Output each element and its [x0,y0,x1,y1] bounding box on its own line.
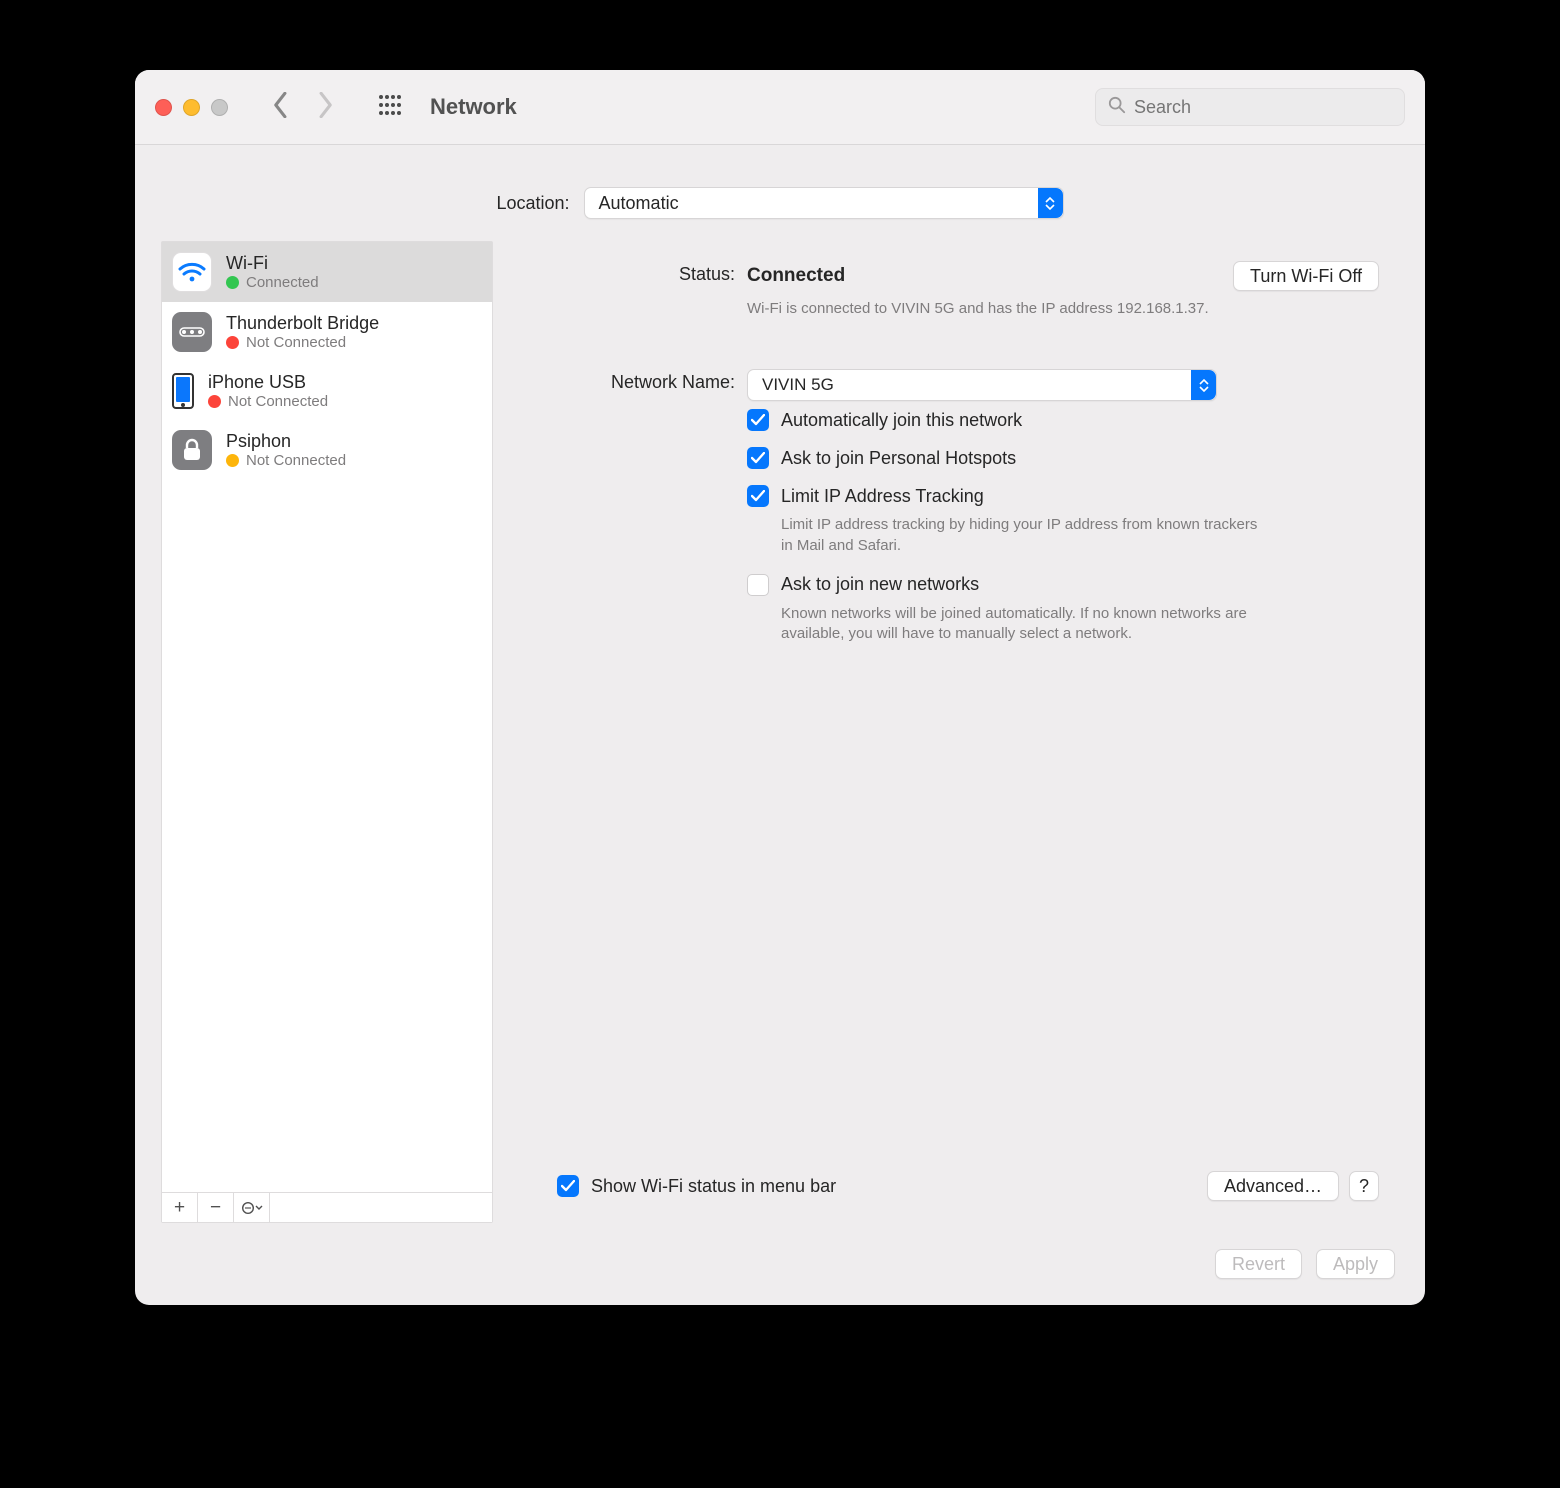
sidebar-item-label: Thunderbolt Bridge [226,313,379,334]
network-preferences-window: Network Location: Automatic [135,70,1425,1305]
status-detail: Wi-Fi is connected to VIVIN 5G and has t… [747,299,1237,319]
service-footer-spacer [270,1193,492,1222]
back-button[interactable] [272,92,290,123]
zoom-icon[interactable] [211,99,228,116]
network-name-label: Network Name: [515,369,747,393]
thunderbolt-icon [172,312,212,352]
auto-join-label: Automatically join this network [781,410,1022,431]
add-service-button[interactable]: + [162,1193,198,1222]
help-button[interactable]: ? [1349,1171,1379,1201]
chevron-updown-icon [1038,188,1063,218]
ask-new-help: Known networks will be joined automatica… [781,604,1271,645]
wifi-icon [172,252,212,292]
location-select[interactable]: Automatic [584,187,1064,219]
sidebar-item-wifi[interactable]: Wi-Fi Connected [162,242,492,302]
menubar-checkbox[interactable] [557,1175,579,1197]
service-list: Wi-Fi Connected Thunderbolt Bridge Not C… [161,241,493,1223]
ask-hotspot-label: Ask to join Personal Hotspots [781,448,1016,469]
remove-service-button[interactable]: − [198,1193,234,1222]
service-list-footer: + − [162,1192,492,1222]
search-field[interactable] [1095,88,1405,126]
status-dot-icon [226,276,239,289]
location-label: Location: [496,193,569,214]
toggle-wifi-button[interactable]: Turn Wi-Fi Off [1233,261,1379,291]
limit-ip-label: Limit IP Address Tracking [781,486,984,507]
page-title: Network [430,94,517,120]
minimize-icon[interactable] [183,99,200,116]
ask-new-checkbox[interactable] [747,574,769,596]
titlebar: Network [135,70,1425,145]
nav-arrows [272,92,334,123]
main-area: Wi-Fi Connected Thunderbolt Bridge Not C… [135,241,1425,1223]
status-label: Status: [515,261,747,285]
limit-ip-help: Limit IP address tracking by hiding your… [781,515,1271,556]
network-name-value: VIVIN 5G [762,375,850,395]
ask-new-label: Ask to join new networks [781,574,979,595]
status-dot-icon [226,336,239,349]
chevron-updown-icon [1191,370,1216,400]
menubar-label: Show Wi-Fi status in menu bar [591,1176,836,1197]
network-name-select[interactable]: VIVIN 5G [747,369,1217,401]
revert-button[interactable]: Revert [1215,1249,1302,1279]
footer: Revert Apply [135,1223,1425,1305]
search-input[interactable] [1134,97,1392,118]
sidebar-item-label: Psiphon [226,431,346,452]
advanced-button[interactable]: Advanced… [1207,1171,1339,1201]
ask-hotspot-checkbox[interactable] [747,447,769,469]
lock-icon [172,430,212,470]
service-action-menu[interactable] [234,1193,270,1222]
sidebar-item-label: Wi-Fi [226,253,319,274]
window-controls [155,99,228,116]
sidebar-item-thunderbolt[interactable]: Thunderbolt Bridge Not Connected [162,302,492,362]
status-dot-icon [226,454,239,467]
sidebar-item-iphone-usb[interactable]: iPhone USB Not Connected [162,362,492,420]
limit-ip-checkbox[interactable] [747,485,769,507]
sidebar-item-psiphon[interactable]: Psiphon Not Connected [162,420,492,480]
iphone-icon [172,373,194,409]
status-dot-icon [208,395,221,408]
forward-button[interactable] [316,92,334,123]
search-icon [1108,96,1126,119]
apply-button[interactable]: Apply [1316,1249,1395,1279]
location-row: Location: Automatic [135,145,1425,241]
sidebar-item-label: iPhone USB [208,372,328,393]
show-all-icon[interactable] [364,93,412,122]
details-panel: Status: Connected Turn Wi-Fi Off Wi-Fi i… [515,241,1399,1223]
auto-join-checkbox[interactable] [747,409,769,431]
close-icon[interactable] [155,99,172,116]
status-value: Connected [747,265,845,287]
location-value: Automatic [599,193,695,214]
